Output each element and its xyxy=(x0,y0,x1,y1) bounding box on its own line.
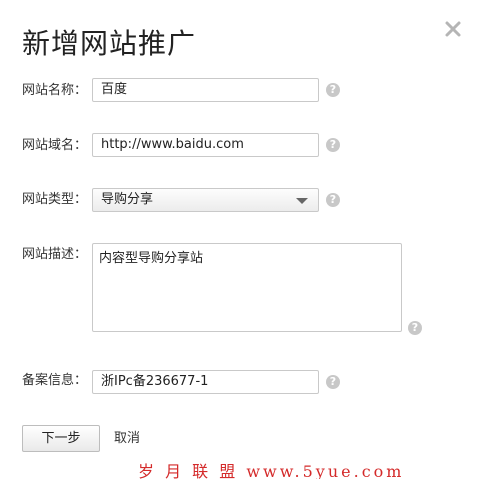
site-desc-help-icon[interactable]: ? xyxy=(408,321,422,335)
site-name-input[interactable]: 百度 xyxy=(92,78,319,102)
site-domain-label: 网站域名： xyxy=(22,138,88,153)
site-type-help-icon[interactable]: ? xyxy=(326,193,340,207)
dialog-title: 新增网站推广 xyxy=(22,27,197,60)
site-type-selected-value: 导购分享 xyxy=(101,192,154,207)
site-type-label: 网站类型： xyxy=(22,192,88,207)
site-domain-help-icon[interactable]: ? xyxy=(326,138,340,152)
site-type-select[interactable]: 导购分享 xyxy=(92,188,319,212)
site-name-help-icon[interactable]: ? xyxy=(326,83,340,97)
site-domain-input[interactable]: http://www.baidu.com xyxy=(92,133,319,157)
site-name-label: 网站名称： xyxy=(22,83,88,98)
site-desc-label: 网站描述： xyxy=(22,247,88,262)
icp-input[interactable]: 浙IPc备236677-1 xyxy=(92,370,319,394)
icp-label: 备案信息： xyxy=(22,373,88,388)
site-desc-textarea[interactable]: 内容型导购分享站 xyxy=(92,243,402,332)
add-site-dialog: 新增网站推广 网站名称： 百度 ? 网站域名： http://www.baidu… xyxy=(0,0,491,479)
chevron-down-icon xyxy=(296,198,308,204)
watermark: 岁 月 联 盟 www.5yue.com xyxy=(138,462,405,479)
next-step-button[interactable]: 下一步 xyxy=(22,425,100,452)
close-icon[interactable] xyxy=(444,20,464,40)
cancel-link[interactable]: 取消 xyxy=(114,430,140,448)
icp-help-icon[interactable]: ? xyxy=(326,375,340,389)
